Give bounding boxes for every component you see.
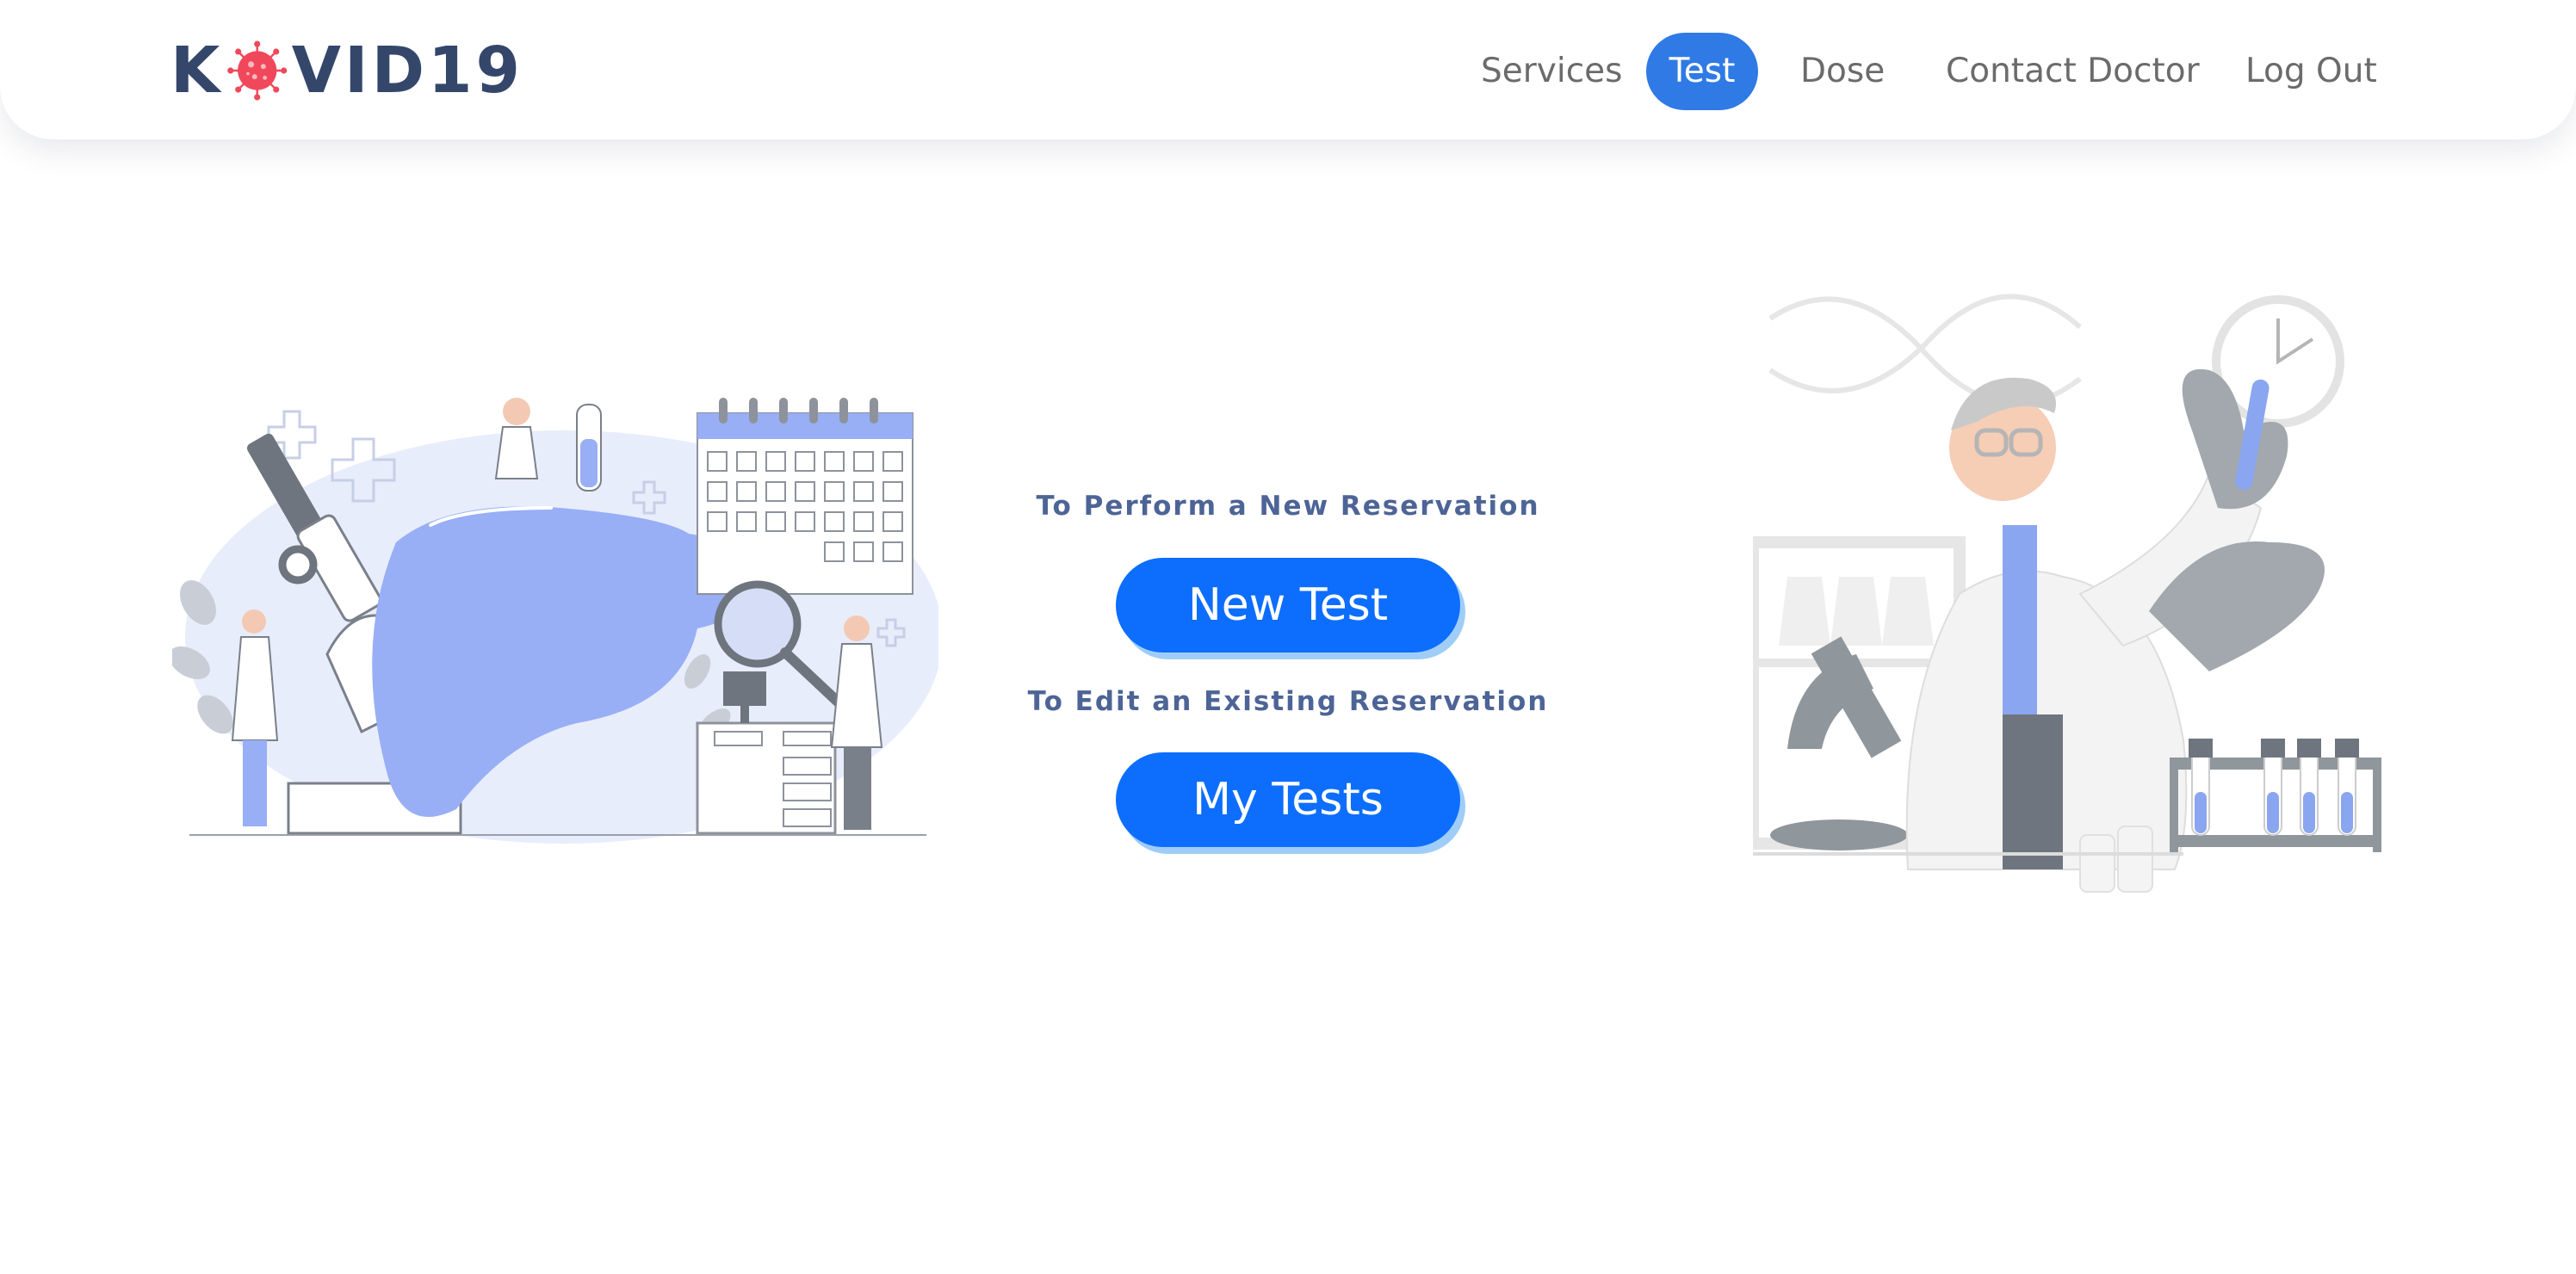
logo-prefix: K: [170, 34, 224, 108]
new-reservation-text: To Perform a New Reservation: [1036, 491, 1540, 522]
nav-services[interactable]: Services: [1481, 33, 1622, 110]
scientist-test-tube-illustration: [1753, 294, 2381, 893]
logo-suffix: VID19: [291, 34, 523, 108]
navbar: K VID19 Services Test Dose Contact Docto…: [0, 0, 2576, 139]
nav-contact-doctor[interactable]: Contact Doctor: [1946, 33, 2200, 110]
logo[interactable]: K VID19: [170, 21, 523, 121]
nav-log-out[interactable]: Log Out: [2245, 33, 2377, 110]
nav-dose[interactable]: Dose: [1800, 33, 1885, 110]
nav-test[interactable]: Test: [1646, 33, 1758, 110]
new-test-button[interactable]: New Test: [1116, 558, 1460, 652]
lab-research-illustration: [172, 398, 938, 844]
edit-reservation-text: To Edit an Existing Reservation: [1027, 686, 1549, 717]
my-tests-button[interactable]: My Tests: [1116, 752, 1460, 847]
virus-icon: [227, 40, 288, 101]
